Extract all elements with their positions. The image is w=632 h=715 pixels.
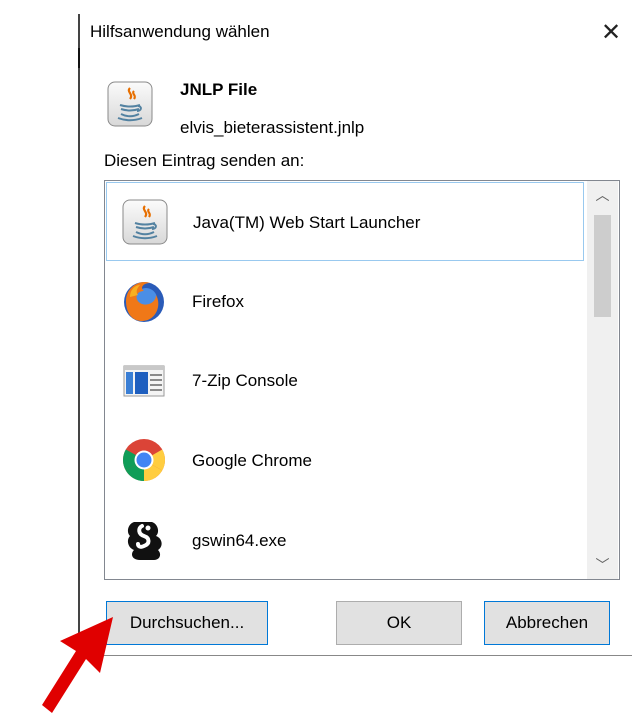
list-item-label: 7-Zip Console	[192, 371, 298, 390]
ok-button[interactable]: OK	[336, 601, 462, 645]
list-item-label: Google Chrome	[192, 451, 313, 470]
red-arrow-annotation-icon	[42, 617, 113, 713]
list-item-google-chrome[interactable]: Google Chrome	[106, 421, 584, 500]
list-item-label: Firefox	[192, 292, 244, 311]
list-item-label: Java(TM) Web Start Launcher	[193, 213, 421, 232]
firefox-icon	[120, 277, 168, 325]
cancel-button[interactable]: Abbrechen	[484, 601, 610, 645]
chrome-icon	[120, 436, 168, 484]
java-icon	[121, 198, 169, 246]
scroll-down-arrow-icon[interactable]: ﹀	[587, 551, 618, 579]
send-to-label: Diesen Eintrag senden an:	[104, 151, 305, 170]
browse-button[interactable]: Durchsuchen...	[106, 601, 268, 645]
file-type-label: JNLP File	[180, 80, 258, 99]
scroll-up-arrow-icon[interactable]: ︿	[587, 181, 618, 209]
ghostscript-icon	[120, 516, 168, 564]
dialog-title: Hilfsanwendung wählen	[90, 22, 270, 41]
java-icon	[106, 80, 154, 128]
title-bar[interactable]: Hilfsanwendung wählen ✕	[80, 0, 632, 66]
list-item-7zip-console[interactable]: 7-Zip Console	[106, 341, 584, 420]
vertical-scrollbar[interactable]: ︿ ﹀	[587, 181, 618, 579]
list-item-java-web-start[interactable]: Java(TM) Web Start Launcher	[106, 182, 584, 261]
file-name-label: elvis_bieterassistent.jnlp	[180, 118, 365, 137]
choose-helper-dialog: Hilfsanwendung wählen ✕ JNLP File elvis_…	[80, 0, 632, 655]
list-item-firefox[interactable]: Firefox	[106, 262, 584, 341]
application-list[interactable]: Java(TM) Web Start Launcher Firefox 7-Zi…	[104, 180, 620, 580]
dialog-bottom-border	[79, 655, 632, 656]
7zip-console-icon	[120, 356, 168, 404]
list-item-label: gswin64.exe	[192, 531, 287, 550]
close-icon[interactable]: ✕	[598, 21, 624, 48]
scroll-thumb[interactable]	[594, 215, 611, 317]
list-item-gswin64[interactable]: gswin64.exe	[106, 501, 584, 579]
